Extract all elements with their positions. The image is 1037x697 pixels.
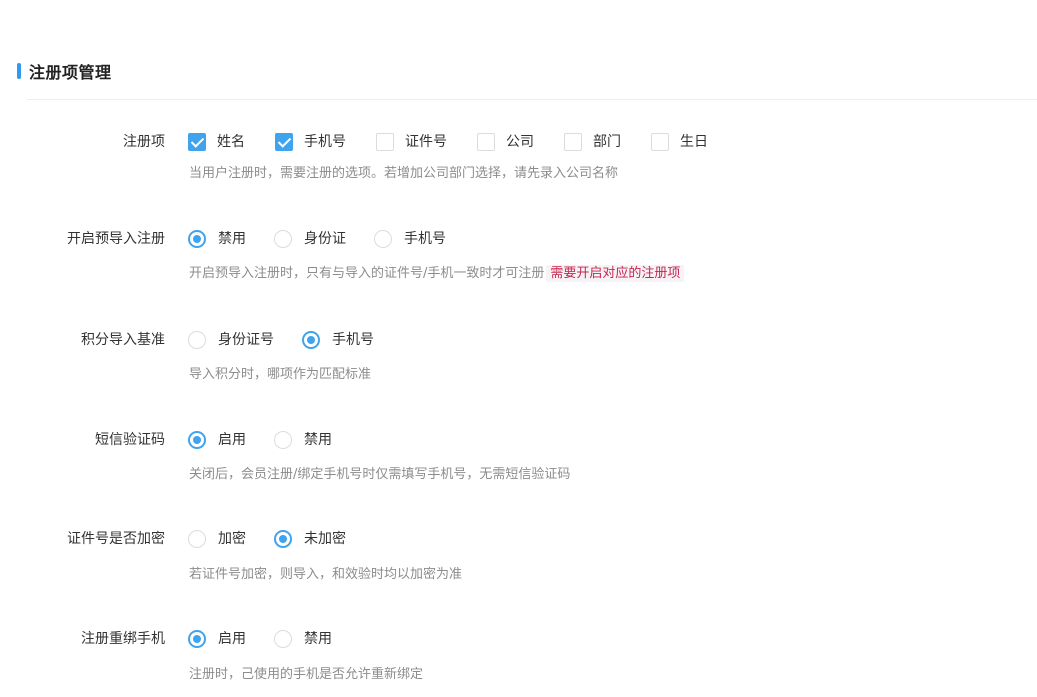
checkbox-box[interactable] [651,133,669,151]
checkbox-name[interactable]: 姓名 [188,133,245,151]
radio-phone[interactable]: 手机号 [302,331,374,349]
radio-circle[interactable] [274,230,292,248]
radio-circle[interactable] [188,431,206,449]
radio-not-encrypted[interactable]: 未加密 [274,530,346,548]
radio-circle[interactable] [274,630,292,648]
section-header: 注册项管理 [17,61,112,82]
radio-phone[interactable]: 手机号 [374,230,446,248]
checkbox-department[interactable]: 部门 [564,133,621,151]
checkbox-box[interactable] [376,133,394,151]
row-label: 注册重绑手机 [81,631,165,647]
checkbox-company[interactable]: 公司 [477,133,534,151]
points-basis-radio-group: 身份证号 手机号 [188,329,374,351]
checkbox-box[interactable] [275,133,293,151]
radio-circle[interactable] [302,331,320,349]
id-encrypt-hint: 若证件号加密，则导入，和效验时均以加密为准 [189,567,463,582]
radio-circle[interactable] [274,431,292,449]
pre-import-radio-group: 禁用 身份证 手机号 [188,228,446,250]
section-title: 注册项管理 [29,63,112,82]
registration-items-hint: 当用户注册时，需要注册的选项。若增加公司部门选择，请先录入公司名称 [189,166,619,181]
row-label: 开启预导入注册 [67,231,165,247]
checkbox-birthday[interactable]: 生日 [651,133,708,151]
row-label: 注册项 [123,134,165,150]
radio-enabled[interactable]: 启用 [188,630,246,648]
radio-circle[interactable] [188,630,206,648]
row-label: 短信验证码 [95,432,165,448]
checkbox-id-number[interactable]: 证件号 [376,133,447,151]
registration-items-checkbox-group: 姓名 手机号 证件号 公司 部门 生日 [188,131,708,153]
pre-import-hint-highlight: 需要开启对应的注册项 [546,265,685,282]
radio-enabled[interactable]: 启用 [188,431,246,449]
checkbox-phone[interactable]: 手机号 [275,133,346,151]
sms-code-radio-group: 启用 禁用 [188,429,332,451]
points-basis-hint: 导入积分时，哪项作为匹配标准 [189,367,372,382]
row-label: 证件号是否加密 [67,531,165,547]
rebind-phone-hint: 注册时，己使用的手机是否允许重新绑定 [189,667,424,682]
radio-encrypted[interactable]: 加密 [188,530,246,548]
checkbox-box[interactable] [188,133,206,151]
section-divider [27,99,1037,100]
radio-circle[interactable] [188,230,206,248]
pre-import-hint: 开启预导入注册时，只有与导入的证件号/手机一致时才可注册 需要开启对应的注册项 [189,265,685,283]
radio-disabled[interactable]: 禁用 [274,431,332,449]
radio-disabled[interactable]: 禁用 [188,230,246,248]
checkbox-box[interactable] [564,133,582,151]
row-label: 积分导入基准 [81,332,165,348]
radio-disabled[interactable]: 禁用 [274,630,332,648]
radio-circle[interactable] [274,530,292,548]
section-accent-bar [17,63,21,79]
radio-id-number[interactable]: 身份证号 [188,331,274,349]
rebind-phone-radio-group: 启用 禁用 [188,628,332,650]
radio-circle[interactable] [188,530,206,548]
radio-id-card[interactable]: 身份证 [274,230,346,248]
sms-code-hint: 关闭后，会员注册/绑定手机号时仅需填写手机号，无需短信验证码 [189,467,571,482]
radio-circle[interactable] [374,230,392,248]
checkbox-box[interactable] [477,133,495,151]
radio-circle[interactable] [188,331,206,349]
id-encrypt-radio-group: 加密 未加密 [188,528,346,550]
